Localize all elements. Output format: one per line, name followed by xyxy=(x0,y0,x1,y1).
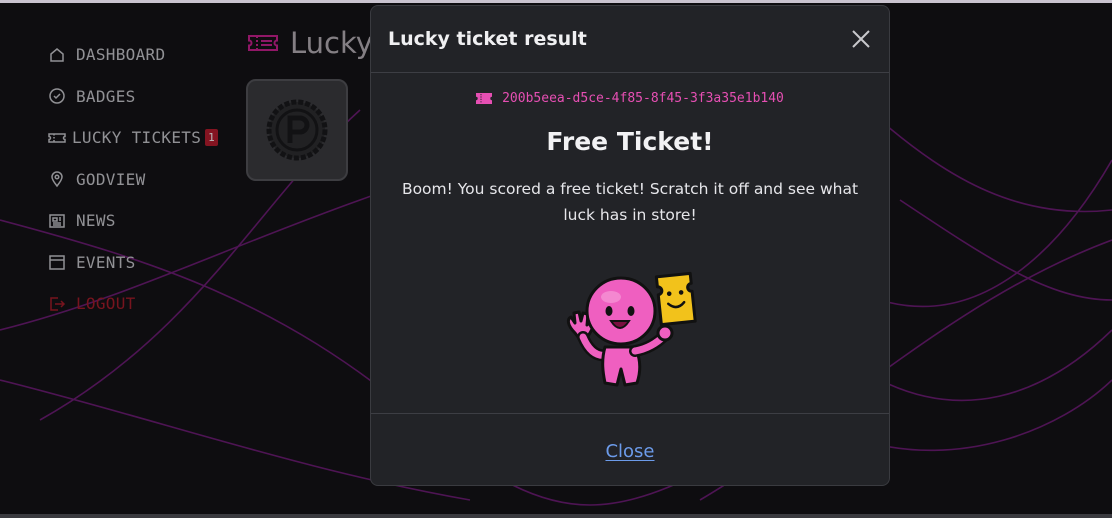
result-heading: Free Ticket! xyxy=(546,127,714,156)
ticket-id: 200b5eea-d5ce-4f85-8f45-3f3a35e1b140 xyxy=(502,91,784,106)
close-link[interactable]: Close xyxy=(605,441,654,462)
lucky-ticket-result-modal: Lucky ticket result 200b5eea-d5ce-4f85-8… xyxy=(370,5,890,486)
mascot-with-ticket-illustration xyxy=(566,271,697,387)
modal-footer: Close xyxy=(371,414,889,487)
close-icon xyxy=(852,30,870,48)
close-button[interactable] xyxy=(849,27,873,51)
modal-body: 200b5eea-d5ce-4f85-8f45-3f3a35e1b140 Fre… xyxy=(371,73,889,414)
result-description: Boom! You scored a free ticket! Scratch … xyxy=(401,180,859,224)
ticket-icon xyxy=(476,93,493,104)
window-bottom-strip xyxy=(0,514,1112,518)
modal-title: Lucky ticket result xyxy=(388,28,587,50)
ticket-id-row: 200b5eea-d5ce-4f85-8f45-3f3a35e1b140 xyxy=(371,91,889,106)
modal-header: Lucky ticket result xyxy=(371,6,889,73)
